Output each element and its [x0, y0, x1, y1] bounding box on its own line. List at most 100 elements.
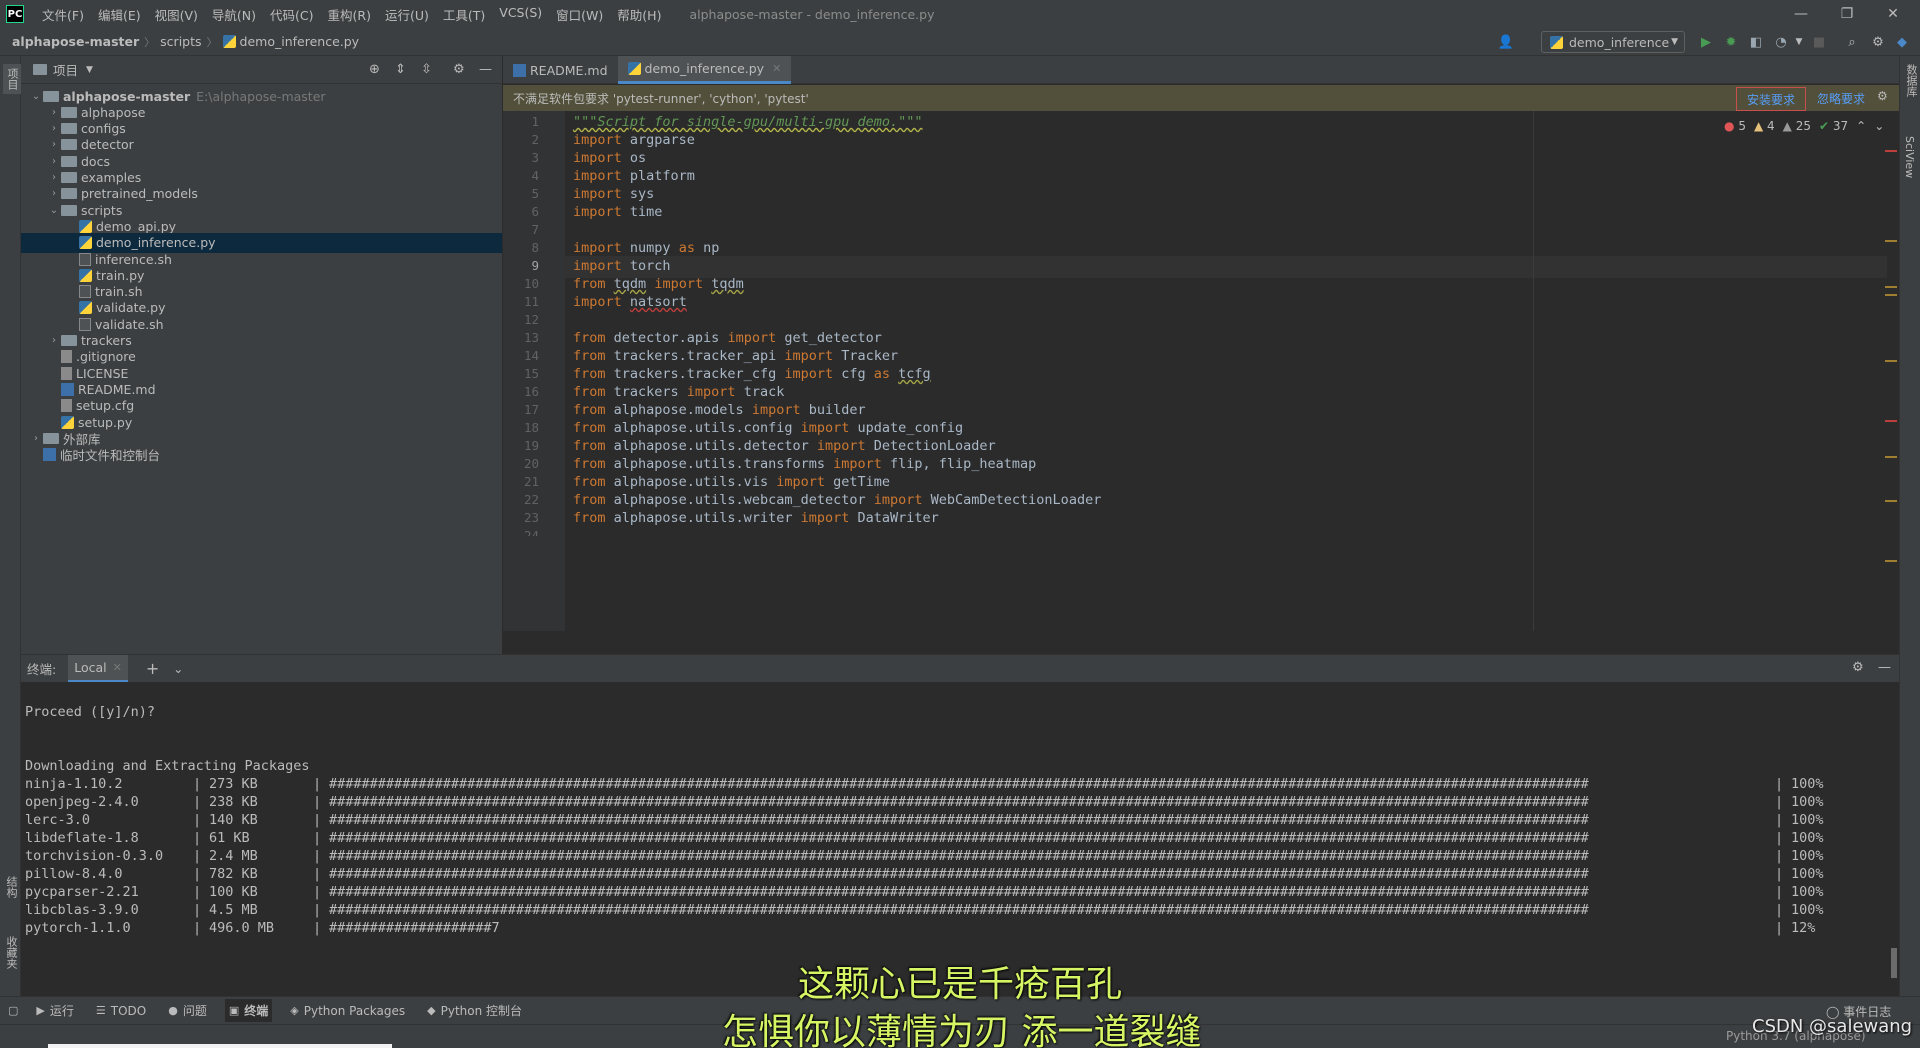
layout-icon[interactable]: ▢ — [8, 1004, 18, 1017]
chevron-right-icon[interactable]: › — [47, 107, 61, 118]
line-number[interactable]: 5 — [531, 186, 539, 201]
chevron-right-icon[interactable]: › — [47, 156, 61, 167]
line-number[interactable]: 13 — [524, 330, 539, 345]
close-window-icon[interactable]: ✕ — [1870, 0, 1916, 28]
line-number[interactable]: 6 — [531, 204, 539, 219]
line-number[interactable]: 18 — [524, 420, 539, 435]
chevron-right-icon[interactable]: › — [47, 188, 61, 199]
ignore-requirements-link[interactable]: 忽略要求 — [1817, 90, 1865, 107]
user-icon[interactable]: 👤 — [1497, 33, 1515, 51]
terminal-scrollbar[interactable] — [1891, 948, 1897, 978]
code-line[interactable]: from tqdm import tqdm — [573, 276, 744, 292]
code-line[interactable]: import natsort — [573, 294, 687, 310]
code-line[interactable]: import argparse — [573, 132, 695, 148]
breadcrumb-file[interactable]: demo_inference.py — [240, 34, 360, 49]
profile-icon[interactable]: ◔ — [1772, 33, 1790, 51]
code-line[interactable]: from alphapose.utils.webcam_detector imp… — [573, 492, 1101, 508]
chevron-right-icon[interactable]: › — [47, 123, 61, 134]
line-number[interactable]: 14 — [524, 348, 539, 363]
chevron-down-icon[interactable]: ⌄ — [47, 205, 61, 216]
locate-icon[interactable]: ⊕ — [369, 62, 380, 77]
gear-icon[interactable]: ⚙ — [1877, 89, 1888, 103]
updates-icon[interactable]: ◆ — [1893, 33, 1911, 51]
chevron-down-icon[interactable]: ⌄ — [1874, 119, 1884, 133]
minimize-icon[interactable]: — — [1778, 0, 1824, 28]
warning-mark[interactable] — [1885, 240, 1897, 242]
warning-mark[interactable] — [1885, 500, 1897, 502]
gear-icon[interactable]: ⚙ — [453, 62, 465, 77]
gear-icon[interactable]: ⚙ — [1869, 33, 1887, 51]
menu-item[interactable]: 代码(C) — [268, 3, 315, 26]
code-line[interactable]: from alphapose.utils.transforms import f… — [573, 456, 1036, 472]
code-line[interactable]: from alphapose.utils.writer import DataW… — [573, 510, 939, 526]
search-icon[interactable]: ⌕ — [1843, 33, 1861, 51]
line-number[interactable]: 2 — [531, 132, 539, 147]
gear-icon[interactable]: ⚙ — [1852, 660, 1864, 675]
run-icon[interactable]: ▶ — [1697, 33, 1715, 51]
line-number[interactable]: 15 — [524, 366, 539, 381]
line-number[interactable]: 10 — [524, 276, 539, 291]
expand-all-icon[interactable]: ⇕ — [395, 62, 406, 77]
menu-item[interactable]: 工具(T) — [441, 3, 487, 26]
error-mark[interactable] — [1885, 420, 1897, 422]
menu-item[interactable]: 导航(N) — [210, 3, 258, 26]
project-view-title[interactable]: 项目 — [53, 60, 78, 79]
structure-tool-tab[interactable]: 结构 — [3, 876, 19, 898]
code-line[interactable]: """Script for single-gpu/multi-gpu demo.… — [573, 114, 923, 130]
tab-demo-inference[interactable]: demo_inference.py ✕ — [617, 56, 792, 84]
bottom-tool-button[interactable]: ◆ Python 控制台 — [423, 999, 526, 1022]
install-requirements-link[interactable]: 安装要求 — [1736, 87, 1806, 111]
line-number[interactable]: 24 — [524, 528, 539, 536]
bottom-tool-button[interactable]: ● 问题 — [164, 999, 211, 1022]
project-tool-tab[interactable]: 项目 — [3, 64, 21, 94]
bottom-tool-button[interactable]: ☰ TODO — [92, 1001, 150, 1021]
code-line[interactable]: from trackers import track — [573, 384, 784, 400]
line-number[interactable]: 8 — [531, 240, 539, 255]
run-config-select[interactable]: demo_inference ▼ — [1541, 31, 1685, 53]
stop-icon[interactable]: ■ — [1810, 33, 1828, 51]
line-number[interactable]: 3 — [531, 150, 539, 165]
line-number[interactable]: 1 — [531, 114, 539, 129]
error-mark[interactable] — [1885, 150, 1897, 152]
warning-mark[interactable] — [1885, 286, 1897, 288]
code-line[interactable]: import numpy as np — [573, 240, 719, 256]
menu-item[interactable]: 编辑(E) — [96, 3, 143, 26]
hide-panel-icon[interactable]: — — [1878, 660, 1891, 675]
tree-item[interactable]: 临时文件和控制台 — [21, 445, 502, 465]
line-number[interactable]: 20 — [524, 456, 539, 471]
menu-item[interactable]: 重构(R) — [326, 3, 373, 26]
bottom-tool-button[interactable]: ▣ 终端 — [224, 999, 273, 1022]
code-line[interactable]: import torch — [573, 258, 671, 274]
menu-item[interactable]: 帮助(H) — [615, 3, 663, 26]
breadcrumb-folder[interactable]: scripts — [160, 34, 201, 49]
chevron-down-icon[interactable]: ⌄ — [173, 662, 183, 676]
line-number[interactable]: 17 — [524, 402, 539, 417]
tab-terminal-local[interactable]: Local ✕ — [68, 654, 128, 683]
line-number[interactable]: 7 — [531, 222, 539, 237]
sciview-tool-tab[interactable]: SciView — [1903, 136, 1916, 178]
tab-readme[interactable]: README.md — [503, 56, 618, 84]
code-line[interactable]: from alphapose.utils.detector import Det… — [573, 438, 996, 454]
bookmarks-tool-tab[interactable]: 收藏夹 — [3, 936, 19, 969]
add-terminal-icon[interactable]: + — [146, 659, 159, 678]
line-number[interactable]: 16 — [524, 384, 539, 399]
menu-item[interactable]: 运行(U) — [383, 3, 431, 26]
code-line[interactable]: from detector.apis import get_detector — [573, 330, 882, 346]
collapse-all-icon[interactable]: ⇳ — [421, 62, 432, 77]
line-number[interactable]: 22 — [524, 492, 539, 507]
code-line[interactable]: import platform — [573, 168, 695, 184]
close-icon[interactable]: ✕ — [772, 62, 781, 75]
warning-mark[interactable] — [1885, 560, 1897, 562]
menu-item[interactable]: VCS(S) — [497, 3, 544, 26]
chevron-right-icon[interactable]: › — [47, 172, 61, 183]
menu-item[interactable]: 文件(F) — [40, 3, 86, 26]
chevron-down-icon[interactable]: ▼ — [86, 65, 93, 75]
database-tool-tab[interactable]: 数据库 — [1903, 64, 1919, 97]
chevron-right-icon[interactable]: › — [47, 139, 61, 150]
menu-item[interactable]: 视图(V) — [153, 3, 200, 26]
chevron-right-icon[interactable]: › — [47, 335, 61, 346]
chevron-down-icon[interactable]: ▼ — [1790, 33, 1808, 51]
line-number[interactable]: 9 — [531, 258, 539, 273]
line-number[interactable]: 21 — [524, 474, 539, 489]
line-number[interactable]: 19 — [524, 438, 539, 453]
